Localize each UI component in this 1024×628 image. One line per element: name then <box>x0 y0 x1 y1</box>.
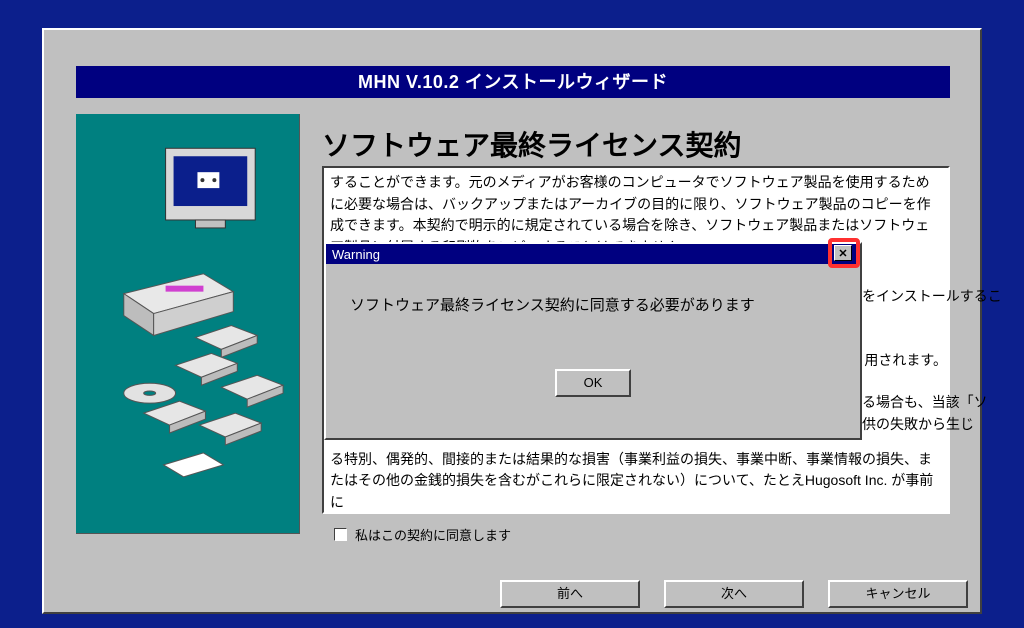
eula-paragraph: る特別、偶発的、間接的または結果的な損害（事業利益の損失、事業中断、事業情報の損… <box>330 449 942 514</box>
next-button[interactable]: 次へ <box>664 580 804 608</box>
warning-dialog: Warning ✕ ソフトウェア最終ライセンス契約に同意する必要があります OK <box>324 242 862 440</box>
eula-fragment: 用されます。 <box>862 350 947 372</box>
agree-checkbox-label: 私はこの契約に同意します <box>355 525 511 544</box>
close-icon: ✕ <box>838 247 847 260</box>
page-heading: ソフトウェア最終ライセンス契約 <box>322 124 741 164</box>
eula-fragment: 供の失敗から生じ <box>862 414 947 436</box>
side-graphic <box>76 114 300 534</box>
cancel-button[interactable]: キャンセル <box>828 580 968 608</box>
warning-titlebar: Warning ✕ <box>326 244 860 264</box>
prev-button[interactable]: 前へ <box>500 580 640 608</box>
warning-message: ソフトウェア最終ライセンス契約に同意する必要があります <box>326 264 860 339</box>
close-button[interactable]: ✕ <box>834 245 852 261</box>
wizard-window: MHN V.10.2 インストールウィザード <box>42 28 982 614</box>
eula-fragment: をインストールするこ <box>862 286 947 308</box>
warning-title: Warning <box>332 247 380 262</box>
agree-checkbox-row[interactable]: 私はこの契約に同意します <box>334 525 511 544</box>
nav-button-row: 前へ 次へ キャンセル <box>500 580 968 608</box>
eula-fragment: る場合も、当該「ソ <box>862 392 947 414</box>
computer-illustration-icon <box>76 114 299 533</box>
ok-button[interactable]: OK <box>555 369 631 397</box>
window-title: MHN V.10.2 インストールウィザード <box>76 66 950 98</box>
agree-checkbox[interactable] <box>334 528 347 541</box>
